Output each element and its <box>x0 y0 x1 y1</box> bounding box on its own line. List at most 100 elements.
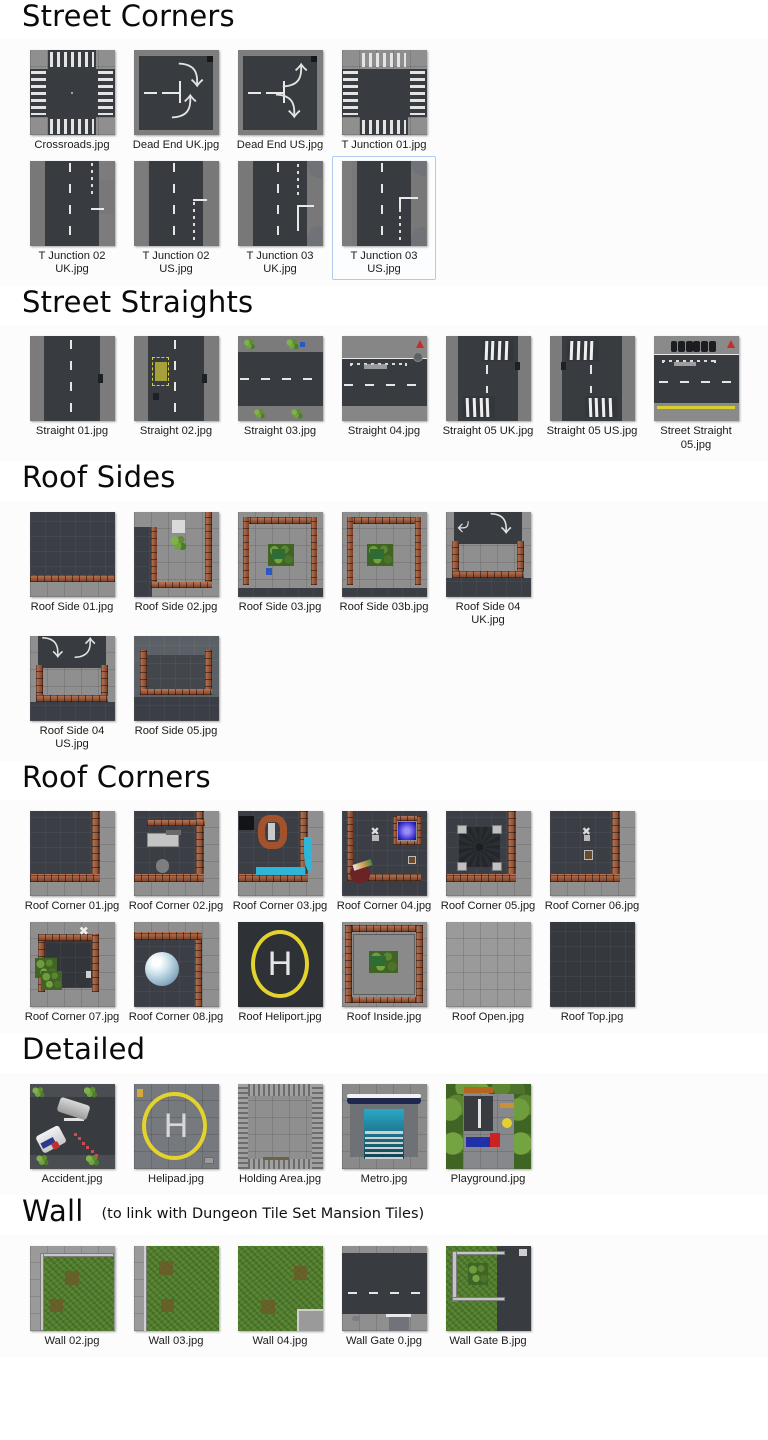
tile-item[interactable]: Holding Area.jpg <box>228 1079 332 1190</box>
tile-item[interactable]: Wall 03.jpg <box>124 1241 228 1352</box>
tile-item[interactable]: H Roof Heliport.jpg <box>228 917 332 1028</box>
tile-filename-label: T Junction 02 US.jpg <box>142 249 210 276</box>
tile-item[interactable]: ✖ Roof Corner 07.jpg <box>20 917 124 1028</box>
tile-thumbnail-roofside03[interactable] <box>237 511 323 597</box>
tile-thumbnail-rc01[interactable] <box>29 811 115 897</box>
tile-item[interactable]: Wall Gate B.jpg <box>436 1241 540 1352</box>
tile-thumbnail-tj02uk[interactable] <box>29 160 115 246</box>
tile-item[interactable]: T Junction 03 UK.jpg <box>228 156 332 280</box>
tile-thumbnail-heliport[interactable]: H <box>237 921 323 1007</box>
tile-item[interactable]: Wall 02.jpg <box>20 1241 124 1352</box>
tile-thumbnail-playground[interactable] <box>445 1083 531 1169</box>
tile-thumbnail-straight04[interactable] <box>341 336 427 422</box>
tile-item[interactable]: Roof Side 03.jpg <box>228 507 332 631</box>
tile-thumbnail-holdingarea[interactable] <box>237 1083 323 1169</box>
tile-thumbnail-rc06[interactable]: ✖ <box>549 811 635 897</box>
tile-item[interactable]: Roof Corner 08.jpg <box>124 917 228 1028</box>
tile-thumbnail-straight03[interactable] <box>237 336 323 422</box>
tile-item[interactable]: Straight 02.jpg <box>124 331 228 455</box>
tile-row: ✖ Roof Corner 07.jpg Roof Corner 08.jpg H Ro… <box>0 917 768 1028</box>
tile-item[interactable]: Roof Corner 03.jpg <box>228 806 332 917</box>
tile-item[interactable]: Straight 04.jpg <box>332 331 436 455</box>
tile-row: Roof Corner 01.jpg Roof Corner 02.jpg Roof… <box>0 806 768 917</box>
tile-filename-label: Roof Heliport.jpg <box>238 1010 322 1023</box>
tile-thumbnail-tj03uk[interactable] <box>237 160 323 246</box>
tile-row: Wall 02.jpg Wall 03.jpg Wall 04.jpg Wall Ga… <box>0 1241 768 1352</box>
tile-thumbnail-tjunction01[interactable] <box>341 50 427 136</box>
tile-item[interactable]: Roof Side 03b.jpg <box>332 507 436 631</box>
tile-item[interactable]: ✖ Roof Corner 04.jpg <box>332 806 436 917</box>
tile-thumbnail-roofside05[interactable] <box>133 635 219 721</box>
tile-filename-label: T Junction 03 UK.jpg <box>246 249 314 276</box>
tile-thumbnail-deadend-us[interactable]: ⤴ ⤵ <box>237 50 323 136</box>
tile-item[interactable]: T Junction 01.jpg <box>332 45 436 156</box>
tile-thumbnail-wall04[interactable] <box>237 1245 323 1331</box>
tile-thumbnail-roofside01[interactable] <box>29 511 115 597</box>
tile-item[interactable]: ⤵ ⤴ Roof Side 04 US.jpg <box>20 631 124 755</box>
tile-item[interactable]: T Junction 02 US.jpg <box>124 156 228 280</box>
tile-thumbnail-rc08[interactable] <box>133 921 219 1007</box>
tile-item[interactable]: ✖ Roof Corner 06.jpg <box>540 806 644 917</box>
tile-thumbnail-wall03[interactable] <box>133 1245 219 1331</box>
tile-thumbnail-rc07[interactable]: ✖ <box>29 921 115 1007</box>
section-title: Street Straights <box>22 284 254 319</box>
tile-item[interactable]: Roof Side 01.jpg <box>20 507 124 631</box>
tile-filename-label: Straight 04.jpg <box>347 425 421 438</box>
tile-item[interactable]: Straight 03.jpg <box>228 331 332 455</box>
tile-item[interactable]: Roof Corner 05.jpg <box>436 806 540 917</box>
tile-thumbnail-deadend-uk[interactable]: ⤵ ⤴ <box>133 50 219 136</box>
tile-thumbnail-rc02[interactable] <box>133 811 219 897</box>
tile-thumbnail-wall02[interactable] <box>29 1245 115 1331</box>
tile-thumbnail-streetstraight05[interactable] <box>653 336 739 422</box>
tile-thumbnail-wallgateb[interactable] <box>445 1245 531 1331</box>
tile-thumbnail-rooftop[interactable] <box>549 921 635 1007</box>
tile-item[interactable]: Straight 05 UK.jpg <box>436 331 540 455</box>
tile-thumbnail-accident[interactable] <box>29 1083 115 1169</box>
tile-item[interactable]: Roof Open.jpg <box>436 917 540 1028</box>
tile-thumbnail-straight02[interactable] <box>133 336 219 422</box>
tile-thumbnail-straight05uk[interactable] <box>445 336 531 422</box>
tile-item[interactable]: ⤴ ⤵ Dead End US.jpg <box>228 45 332 156</box>
tile-item[interactable]: Roof Corner 02.jpg <box>124 806 228 917</box>
tile-filename-label: T Junction 03 US.jpg <box>350 249 418 276</box>
tile-thumbnail-roofopen[interactable] <box>445 921 531 1007</box>
tile-thumbnail-straight05us[interactable] <box>549 336 635 422</box>
tile-item[interactable]: ⤶ ⤵ Roof Side 04 UK.jpg <box>436 507 540 631</box>
tile-item[interactable]: Accident.jpg <box>20 1079 124 1190</box>
tile-item[interactable]: H Helipad.jpg <box>124 1079 228 1190</box>
tile-item[interactable]: Straight 01.jpg <box>20 331 124 455</box>
tile-item[interactable]: Roof Corner 01.jpg <box>20 806 124 917</box>
tile-item[interactable]: Straight 05 US.jpg <box>540 331 644 455</box>
tile-thumbnail-straight01[interactable] <box>29 336 115 422</box>
tile-thumbnail-roofside02[interactable] <box>133 511 219 597</box>
tile-item[interactable]: Wall 04.jpg <box>228 1241 332 1352</box>
tile-item[interactable]: Metro.jpg <box>332 1079 436 1190</box>
tile-item[interactable]: T Junction 03 US.jpg <box>332 155 436 280</box>
tile-thumbnail-metro[interactable] <box>341 1083 427 1169</box>
tile-thumbnail-wallgate0[interactable] <box>341 1245 427 1331</box>
tile-item[interactable]: Roof Side 05.jpg <box>124 631 228 755</box>
tile-item[interactable]: Roof Top.jpg <box>540 917 644 1028</box>
tile-thumbnail-roofside04us[interactable]: ⤵ ⤴ <box>29 635 115 721</box>
tile-thumbnail-roofside04uk[interactable]: ⤶ ⤵ <box>445 511 531 597</box>
tile-thumbnail-crossroads[interactable] <box>29 50 115 136</box>
tile-thumbnail-roofside03b[interactable] <box>341 511 427 597</box>
tile-item[interactable]: Roof Inside.jpg <box>332 917 436 1028</box>
tile-thumbnail-rc03[interactable] <box>237 811 323 897</box>
tile-filename-label: T Junction 02 UK.jpg <box>38 249 106 276</box>
tile-filename-label: T Junction 01.jpg <box>341 139 427 152</box>
tile-item[interactable]: Wall Gate 0.jpg <box>332 1241 436 1352</box>
tile-item[interactable]: Street Straight 05.jpg <box>644 331 748 455</box>
tile-item[interactable]: Roof Side 02.jpg <box>124 507 228 631</box>
tile-item[interactable]: ⤵ ⤴ Dead End UK.jpg <box>124 45 228 156</box>
tile-thumbnail-rc05[interactable] <box>445 811 531 897</box>
tile-filename-label: Roof Side 01.jpg <box>30 600 114 613</box>
tile-thumbnail-roofinside[interactable] <box>341 921 427 1007</box>
tile-thumbnail-tj02us[interactable] <box>133 160 219 246</box>
tile-thumbnail-tj03us[interactable] <box>341 160 427 246</box>
tile-item[interactable]: Crossroads.jpg <box>20 45 124 156</box>
tile-item[interactable]: Playground.jpg <box>436 1079 540 1190</box>
tile-thumbnail-helipad[interactable]: H <box>133 1083 219 1169</box>
tile-thumbnail-rc04[interactable]: ✖ <box>341 811 427 897</box>
tile-item[interactable]: T Junction 02 UK.jpg <box>20 156 124 280</box>
